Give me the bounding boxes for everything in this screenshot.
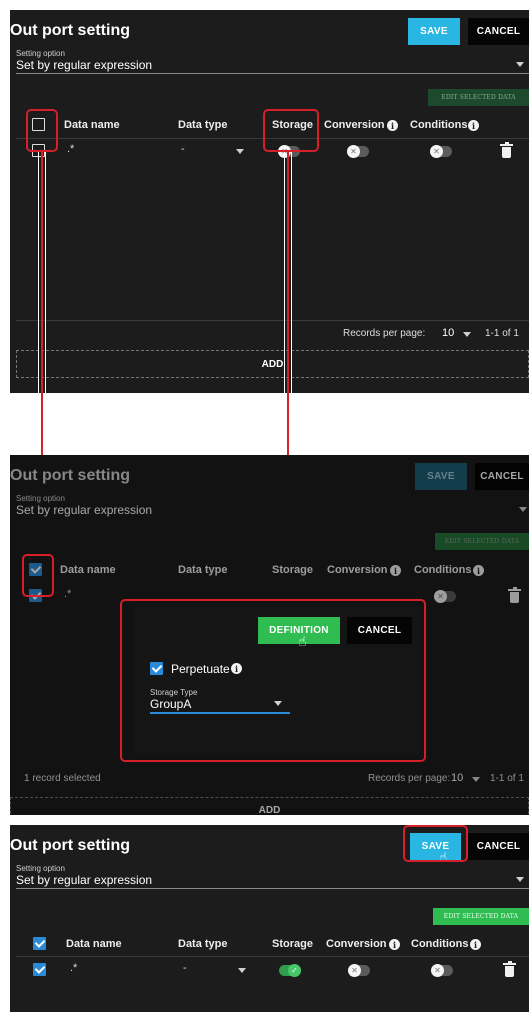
storage-highlight — [263, 109, 319, 152]
setting-option-underline — [16, 73, 529, 74]
select-all-checkbox[interactable] — [33, 937, 46, 950]
setting-option-underline — [16, 888, 529, 889]
column-header-conversion[interactable]: Conversion — [324, 119, 385, 131]
row-checkbox[interactable] — [33, 963, 46, 976]
check-icon: ✓ — [288, 964, 301, 977]
chevron-down-icon[interactable] — [516, 877, 524, 882]
setting-option-label: Setting option — [16, 49, 65, 58]
info-icon[interactable]: i — [468, 120, 479, 131]
records-per-page-label: Records per page: — [343, 328, 426, 339]
chevron-down-icon[interactable] — [516, 62, 524, 67]
column-header-data-type[interactable]: Data type — [178, 938, 228, 950]
row-data-type[interactable]: - — [181, 143, 185, 155]
conversion-toggle[interactable]: ✕ — [347, 145, 369, 158]
checkbox-highlight — [26, 109, 58, 152]
step1-panel: Out port setting SAVE CANCEL Setting opt… — [10, 10, 529, 393]
column-header-data-name[interactable]: Data name — [64, 119, 120, 131]
toggle-off-icon: ✕ — [430, 145, 443, 158]
column-header-data-type[interactable]: Data type — [178, 119, 228, 131]
conditions-toggle[interactable]: ✕ — [431, 964, 453, 977]
column-header-storage[interactable]: Storage — [272, 938, 313, 950]
info-icon[interactable]: i — [470, 939, 481, 950]
info-icon[interactable]: i — [387, 120, 398, 131]
info-icon[interactable]: i — [389, 939, 400, 950]
checkbox-highlight — [22, 554, 54, 597]
trash-icon[interactable] — [503, 961, 516, 977]
conversion-toggle[interactable]: ✕ — [348, 964, 370, 977]
save-highlight — [403, 825, 468, 862]
row-data-name: .* — [70, 962, 78, 974]
storage-toggle[interactable]: ✓ — [279, 964, 301, 977]
toggle-off-icon: ✕ — [431, 964, 444, 977]
footer-divider — [16, 320, 529, 321]
cancel-button[interactable]: CANCEL — [468, 833, 529, 860]
toggle-off-icon: ✕ — [348, 964, 361, 977]
edit-selected-data-button[interactable]: EDIT SELECTED DATA — [428, 89, 529, 106]
column-header-conditions[interactable]: Conditions — [410, 119, 467, 131]
chevron-down-icon[interactable] — [463, 332, 471, 337]
cancel-button[interactable]: CANCEL — [468, 18, 529, 45]
step3-panel: Out port setting SAVE ☝ CANCEL Setting o… — [10, 825, 529, 1012]
toggle-off-icon: ✕ — [347, 145, 360, 158]
save-button[interactable]: SAVE — [408, 18, 460, 45]
conditions-toggle[interactable]: ✕ — [430, 145, 452, 158]
row-data-type[interactable]: - — [183, 962, 187, 974]
pagination-range: 1-1 of 1 — [485, 328, 519, 339]
setting-option-label: Setting option — [16, 864, 65, 873]
records-per-page-select[interactable]: 10 — [442, 327, 454, 339]
step2-panel: Out port setting SAVE CANCEL Setting opt… — [10, 455, 529, 815]
page-title: Out port setting — [10, 22, 130, 39]
popup-highlight — [120, 599, 426, 762]
setting-option-value[interactable]: Set by regular expression — [16, 873, 152, 887]
trash-icon[interactable] — [500, 142, 513, 158]
chevron-down-icon[interactable] — [238, 968, 246, 973]
header-divider — [16, 956, 529, 957]
page-title: Out port setting — [10, 837, 130, 854]
column-header-conversion[interactable]: Conversion — [326, 938, 387, 950]
row-data-name: .* — [67, 143, 75, 155]
chevron-down-icon[interactable] — [236, 149, 244, 154]
setting-option-value[interactable]: Set by regular expression — [16, 58, 152, 72]
column-header-data-name[interactable]: Data name — [66, 938, 122, 950]
column-header-conditions[interactable]: Conditions — [411, 938, 468, 950]
add-button[interactable]: ADD — [16, 350, 529, 378]
edit-selected-data-button[interactable]: EDIT SELECTED DATA — [433, 908, 529, 925]
